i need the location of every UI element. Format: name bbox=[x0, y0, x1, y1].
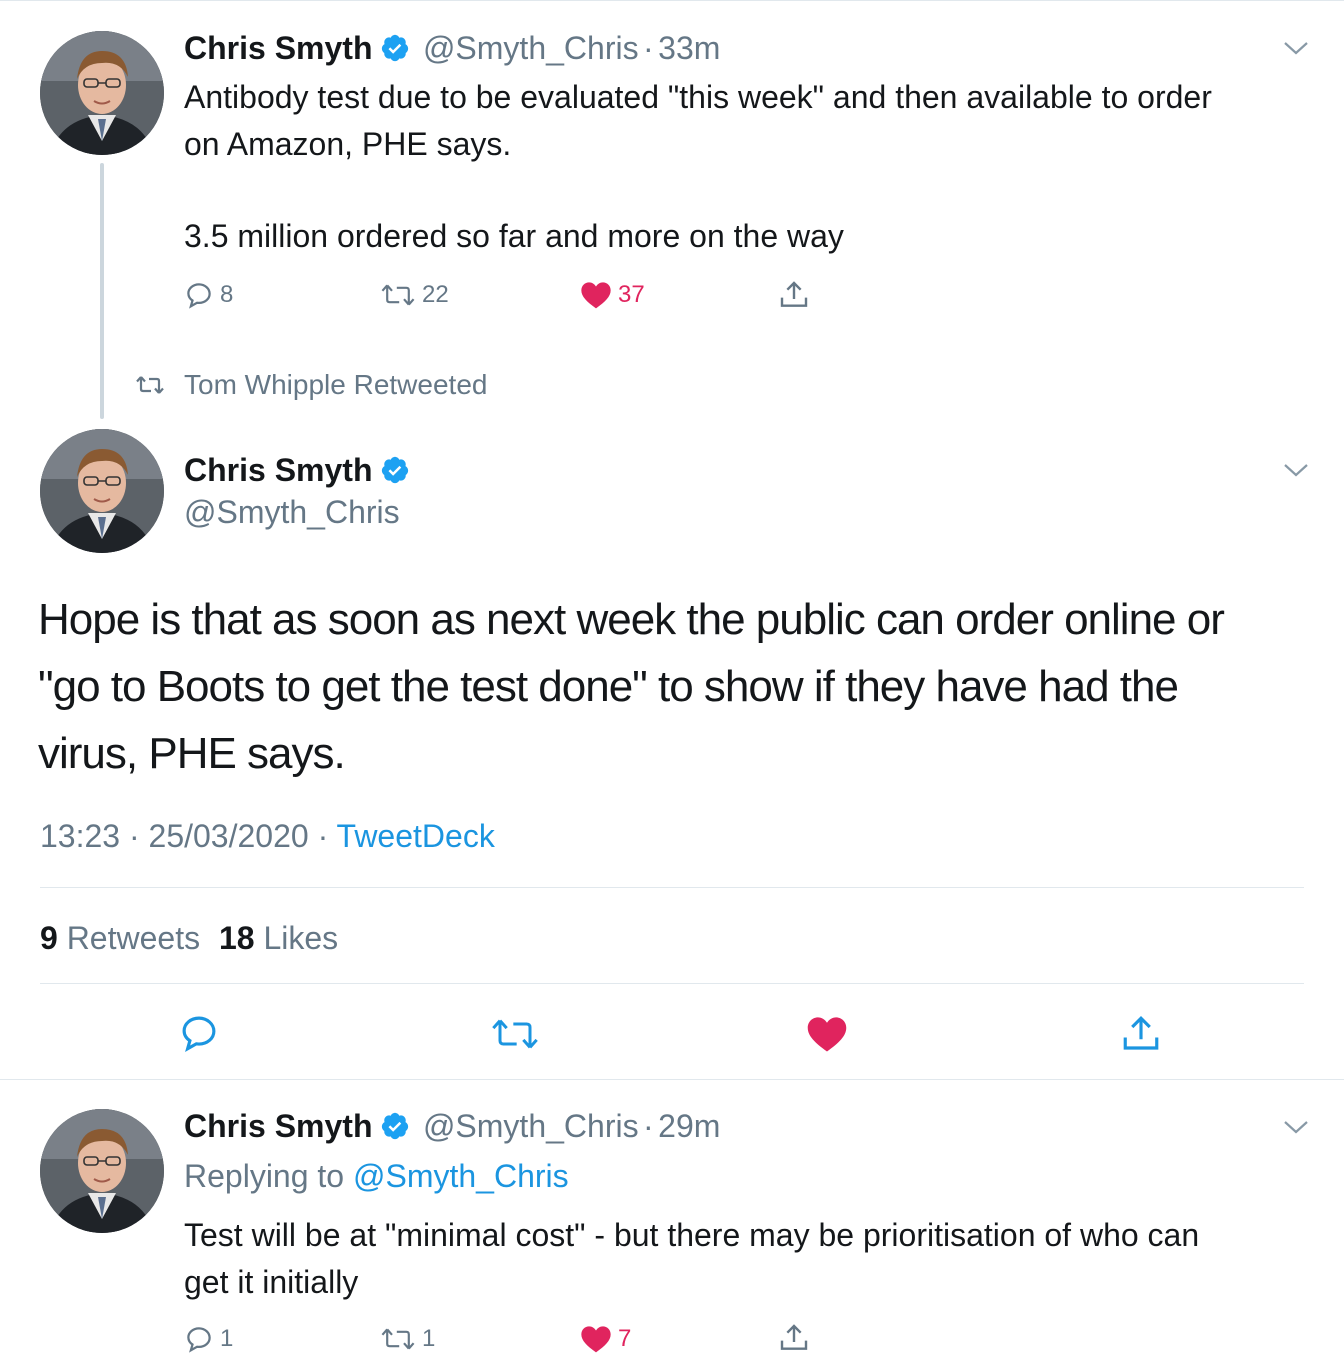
retweeted-by-label: Tom Whipple Retweeted bbox=[184, 369, 488, 400]
author-handle[interactable]: @Smyth_Chris bbox=[423, 1108, 639, 1144]
tweet-text-line: Test will be at "minimal cost" - but the… bbox=[184, 1217, 1200, 1253]
share-icon bbox=[780, 1324, 808, 1350]
verified-badge-icon bbox=[382, 1112, 409, 1140]
share-button[interactable] bbox=[1120, 1012, 1162, 1056]
author-handle[interactable]: @Smyth_Chris bbox=[184, 492, 400, 532]
heart-icon bbox=[807, 1017, 847, 1052]
divider bbox=[0, 1079, 1344, 1080]
reply-count: 8 bbox=[220, 281, 234, 308]
retweet-icon bbox=[136, 376, 164, 394]
tweet-text-line: Antibody test due to be evaluated "this … bbox=[184, 79, 1212, 115]
tweet-text-line: virus, PHE says. bbox=[38, 729, 346, 778]
divider bbox=[40, 887, 1304, 888]
reply-count: 1 bbox=[220, 1325, 234, 1352]
retweet-count: 22 bbox=[422, 281, 449, 308]
retweet-icon bbox=[492, 1019, 538, 1049]
reply-button[interactable]: 1 bbox=[184, 1324, 233, 1354]
thread-line bbox=[100, 163, 104, 419]
tweet-text: Antibody test due to be evaluated "this … bbox=[184, 74, 1212, 260]
timestamp[interactable]: 33m bbox=[658, 30, 720, 66]
timestamp[interactable]: 29m bbox=[658, 1108, 720, 1144]
retweets-label: Retweets bbox=[66, 920, 201, 956]
likes-stat[interactable]: 18 Likes bbox=[219, 920, 338, 956]
tweet-text-line: on Amazon, PHE says. bbox=[184, 126, 512, 162]
main-tweet-text: Hope is that as soon as next week the pu… bbox=[38, 586, 1225, 787]
retweet-button[interactable]: 1 bbox=[380, 1324, 435, 1354]
like-button[interactable]: 37 bbox=[580, 280, 645, 310]
tweet-text-line: "go to Boots to get the test done" to sh… bbox=[38, 662, 1179, 711]
author-name[interactable]: Chris Smyth bbox=[184, 1108, 372, 1144]
reply-icon bbox=[182, 1016, 216, 1053]
retweet-count: 1 bbox=[422, 1325, 436, 1352]
avatar[interactable] bbox=[40, 1109, 164, 1233]
separator: · bbox=[128, 818, 140, 854]
retweet-total: 9 bbox=[40, 920, 58, 956]
replying-label: Replying to bbox=[184, 1158, 345, 1194]
chevron-down-icon[interactable] bbox=[1282, 460, 1310, 480]
top-divider bbox=[0, 0, 1344, 1]
tweet-text-line: Hope is that as soon as next week the pu… bbox=[38, 595, 1225, 644]
tweet-header: Chris Smyth @Smyth_Chris · 29m bbox=[184, 1106, 720, 1146]
retweet-icon bbox=[381, 1328, 415, 1350]
chevron-down-icon[interactable] bbox=[1282, 38, 1310, 58]
retweets-stat[interactable]: 9 Retweets bbox=[40, 920, 200, 956]
verified-badge-icon bbox=[382, 456, 409, 484]
reply-icon bbox=[187, 1327, 211, 1353]
tweet-time[interactable]: 13:23 bbox=[40, 818, 120, 854]
share-button[interactable] bbox=[778, 1322, 810, 1354]
heart-icon bbox=[581, 282, 611, 309]
reply-button[interactable]: 8 bbox=[184, 280, 233, 310]
like-count: 7 bbox=[618, 1325, 632, 1352]
like-count: 37 bbox=[618, 281, 645, 308]
reply-button[interactable] bbox=[178, 1012, 220, 1054]
like-button[interactable] bbox=[806, 1014, 848, 1054]
tweet-meta: 13:23 · 25/03/2020 · TweetDeck bbox=[40, 816, 495, 856]
verified-badge-icon bbox=[382, 34, 409, 62]
separator: · bbox=[317, 818, 329, 854]
reply-icon bbox=[187, 283, 211, 309]
share-icon bbox=[1123, 1016, 1159, 1050]
retweet-context[interactable]: Tom Whipple Retweeted bbox=[134, 368, 487, 402]
separator: · bbox=[643, 1108, 654, 1144]
engagement-stats: 9 Retweets 18 Likes bbox=[40, 918, 338, 958]
tweet-date[interactable]: 25/03/2020 bbox=[149, 818, 309, 854]
share-button[interactable] bbox=[778, 279, 810, 311]
tweet-text-line: 3.5 million ordered so far and more on t… bbox=[184, 218, 844, 254]
replying-handle-link[interactable]: @Smyth_Chris bbox=[353, 1158, 569, 1194]
source-link[interactable]: TweetDeck bbox=[337, 818, 495, 854]
author-name[interactable]: Chris Smyth bbox=[184, 452, 372, 488]
author-handle[interactable]: @Smyth_Chris bbox=[423, 30, 639, 66]
author-name[interactable]: Chris Smyth bbox=[184, 30, 372, 66]
like-total: 18 bbox=[218, 920, 255, 956]
divider bbox=[40, 983, 1304, 984]
separator: · bbox=[643, 30, 654, 66]
share-icon bbox=[780, 281, 808, 307]
chevron-down-icon[interactable] bbox=[1282, 1117, 1310, 1137]
author-name-row: Chris Smyth bbox=[184, 450, 410, 490]
retweet-button[interactable] bbox=[490, 1014, 540, 1054]
retweet-button[interactable]: 22 bbox=[380, 280, 449, 310]
tweet-text-line: get it initially bbox=[184, 1264, 359, 1300]
tweet-text: Test will be at "minimal cost" - but the… bbox=[184, 1212, 1199, 1306]
likes-label: Likes bbox=[263, 920, 339, 956]
avatar[interactable] bbox=[40, 429, 164, 553]
tweet-header: Chris Smyth @Smyth_Chris · 33m bbox=[184, 28, 720, 68]
replying-to: Replying to @Smyth_Chris bbox=[184, 1156, 569, 1196]
heart-icon bbox=[581, 1326, 611, 1353]
avatar[interactable] bbox=[40, 31, 164, 155]
like-button[interactable]: 7 bbox=[580, 1324, 631, 1354]
retweet-icon bbox=[381, 284, 415, 306]
